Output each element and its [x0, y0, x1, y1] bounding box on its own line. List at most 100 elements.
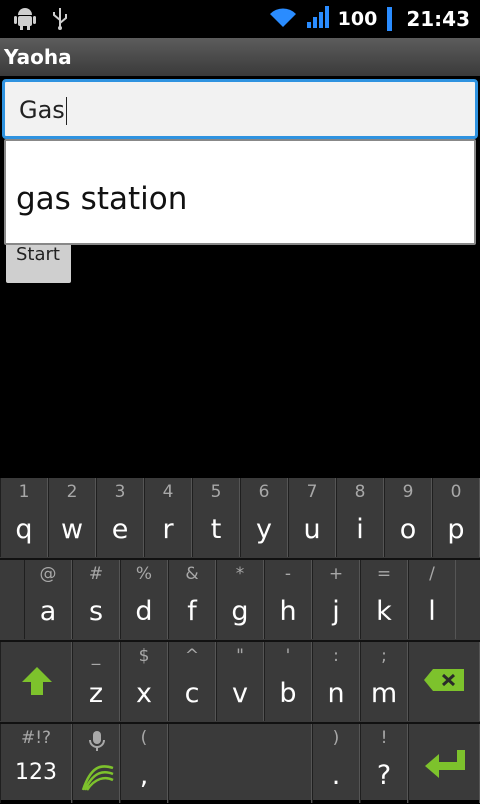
shift-icon — [21, 666, 53, 700]
key-hint: 8 — [354, 482, 366, 502]
key-a[interactable]: @ a — [24, 560, 72, 639]
key-label: e — [111, 514, 129, 545]
enter-icon — [423, 748, 467, 784]
key-y[interactable]: 6y — [240, 478, 288, 557]
key-hint: - — [284, 564, 292, 584]
key-comma[interactable]: ( , — [120, 724, 168, 803]
key-hint: ( — [140, 728, 148, 748]
key-x[interactable]: $ x — [120, 642, 168, 721]
space-key[interactable] — [168, 724, 312, 803]
key-p[interactable]: 0p — [432, 478, 480, 557]
key-label: l — [428, 596, 436, 627]
keyboard-row-3: _ z $ x ^ c " v ' b :n ; m — [0, 642, 480, 722]
key-label: a — [39, 596, 57, 627]
key-period[interactable]: ) . — [312, 724, 360, 803]
key-w[interactable]: 2w — [48, 478, 96, 557]
key-hint: #!? — [20, 728, 52, 748]
text-caret — [65, 97, 67, 125]
key-hint: 5 — [210, 482, 222, 502]
start-button-label: Start — [16, 244, 60, 265]
key-label: p — [447, 514, 465, 545]
android-debug-icon — [14, 6, 36, 34]
key-u[interactable]: 7u — [288, 478, 336, 557]
symbols-key[interactable]: #!? 123 — [0, 724, 72, 803]
key-q[interactable]: 1q — [0, 478, 48, 557]
swype-voice-key[interactable] — [72, 724, 120, 803]
key-v[interactable]: " v — [216, 642, 264, 721]
search-input[interactable]: Gas — [2, 79, 478, 139]
shift-key[interactable] — [0, 642, 72, 721]
key-j[interactable]: + j — [312, 560, 360, 639]
key-label: x — [136, 678, 152, 709]
key-l[interactable]: / l — [408, 560, 456, 639]
key-hint: ! — [380, 728, 388, 748]
key-label: z — [88, 678, 104, 709]
key-hint: 7 — [306, 482, 318, 502]
key-label: j — [332, 596, 340, 627]
app-title: Yaoha — [4, 45, 72, 69]
key-hint: * — [235, 564, 245, 584]
key-question[interactable]: ! ? — [360, 724, 408, 803]
key-hint: _ — [91, 646, 101, 666]
key-label: b — [279, 678, 297, 709]
key-e[interactable]: 3e — [96, 478, 144, 557]
battery-icon — [387, 7, 393, 31]
key-s[interactable]: # s — [72, 560, 120, 639]
key-label: , — [139, 760, 149, 791]
key-hint: 0 — [450, 482, 462, 502]
key-r[interactable]: 4r — [144, 478, 192, 557]
key-label: y — [256, 514, 272, 545]
backspace-key[interactable] — [408, 642, 480, 721]
key-label: i — [356, 514, 364, 545]
key-label: v — [232, 678, 248, 709]
app-title-bar: Yaoha — [0, 38, 480, 76]
suggestion-item[interactable]: gas station — [16, 181, 187, 217]
status-bar: 100 21:43 — [0, 0, 480, 38]
key-label: n — [327, 678, 345, 709]
key-c[interactable]: ^ c — [168, 642, 216, 721]
key-hint: : — [333, 646, 339, 666]
key-label: w — [60, 514, 84, 545]
key-label: f — [187, 596, 197, 627]
clock: 21:43 — [406, 7, 470, 31]
key-label: k — [376, 596, 392, 627]
key-hint: " — [236, 646, 244, 666]
microphone-icon — [89, 730, 105, 756]
key-z[interactable]: _ z — [72, 642, 120, 721]
key-k[interactable]: = k — [360, 560, 408, 639]
usb-icon — [50, 6, 70, 34]
key-hint: + — [328, 564, 344, 584]
swype-icon — [81, 762, 115, 796]
key-label: o — [399, 514, 417, 545]
key-o[interactable]: 9o — [384, 478, 432, 557]
key-g[interactable]: * g — [216, 560, 264, 639]
key-hint: = — [376, 564, 392, 584]
key-d[interactable]: % d — [120, 560, 168, 639]
key-label: q — [15, 514, 33, 545]
key-hint: # — [88, 564, 104, 584]
key-n[interactable]: :n — [312, 642, 360, 721]
key-hint: $ — [138, 646, 150, 666]
key-label: s — [88, 596, 104, 627]
key-m[interactable]: ; m — [360, 642, 408, 721]
key-hint: ' — [285, 646, 291, 666]
key-hint: 2 — [66, 482, 78, 502]
key-label: m — [370, 678, 398, 709]
key-hint: ; — [381, 646, 387, 666]
key-label: g — [231, 596, 249, 627]
keyboard-row-2: @ a # s % d & f * g -h + j = k / l — [0, 560, 480, 640]
key-i[interactable]: 8i — [336, 478, 384, 557]
key-label: t — [210, 514, 222, 545]
battery-level: 100 — [337, 8, 378, 30]
key-b[interactable]: ' b — [264, 642, 312, 721]
key-hint: 9 — [402, 482, 414, 502]
key-label: r — [162, 514, 174, 545]
key-hint: ) — [332, 728, 340, 748]
key-label: h — [279, 596, 297, 627]
key-hint: 4 — [162, 482, 174, 502]
key-h[interactable]: -h — [264, 560, 312, 639]
enter-key[interactable] — [408, 724, 480, 803]
key-t[interactable]: 5t — [192, 478, 240, 557]
key-f[interactable]: & f — [168, 560, 216, 639]
search-input-value: Gas — [19, 96, 65, 124]
